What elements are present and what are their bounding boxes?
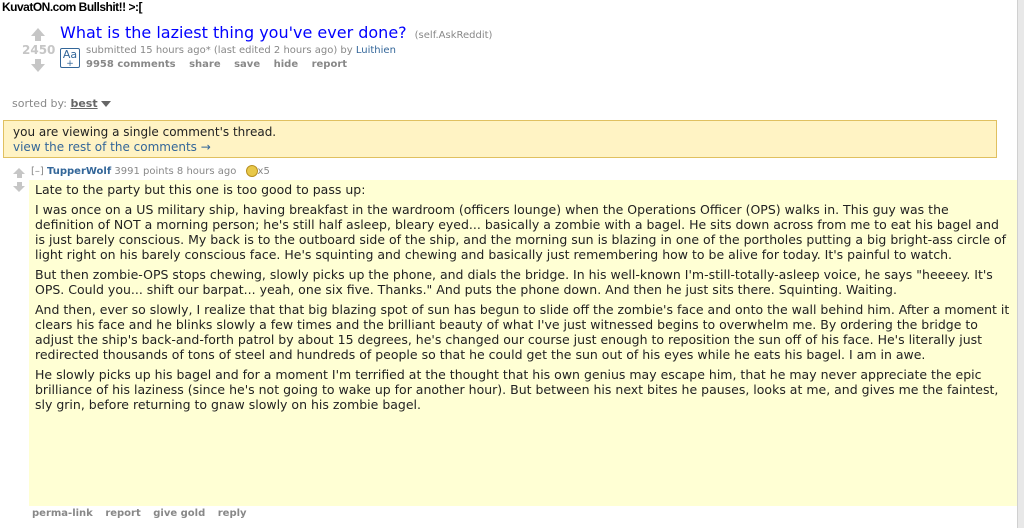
- post-author-link[interactable]: Luithien: [356, 45, 396, 56]
- comment-vote: [12, 168, 26, 192]
- comment-report-button[interactable]: report: [105, 508, 140, 519]
- comment-buttons: perma-link report give gold reply: [32, 508, 256, 519]
- give-gold-button[interactable]: give gold: [153, 508, 205, 519]
- gilded-count: x5: [257, 166, 270, 177]
- chevron-down-icon[interactable]: [100, 101, 111, 107]
- post: 2450 What is the laziest thing you've ev…: [10, 22, 610, 82]
- post-title[interactable]: What is the laziest thing you've ever do…: [60, 23, 492, 42]
- save-button[interactable]: save: [234, 59, 260, 70]
- permalink-button[interactable]: perma-link: [32, 508, 93, 519]
- post-domain[interactable]: (self.AskReddit): [415, 30, 493, 41]
- collapse-button[interactable]: [–]: [31, 166, 44, 177]
- comment-paragraph: Late to the party but this one is too go…: [35, 182, 366, 197]
- comment-downvote-arrow-icon[interactable]: [12, 182, 26, 192]
- post-buttons: 9958 comments share save hide report: [86, 59, 357, 70]
- comment-author-link[interactable]: TupperWolf: [47, 166, 111, 177]
- hide-button[interactable]: hide: [274, 59, 299, 70]
- sort-menu: sorted by: best: [12, 97, 111, 110]
- self-post-thumbnail-icon[interactable]: Aa +: [60, 48, 80, 69]
- sort-dropdown[interactable]: best: [70, 97, 97, 110]
- report-button[interactable]: report: [312, 59, 347, 70]
- gold-award-icon: [245, 165, 258, 177]
- post-tagline: submitted 15 hours ago* (last edited 2 h…: [86, 45, 396, 56]
- comment-body: Late to the party but this one is too go…: [29, 180, 1017, 506]
- comment-header: [–] TupperWolf 3991 points 8 hours ago x…: [31, 165, 270, 177]
- scrollbar[interactable]: [1017, 0, 1024, 528]
- reply-button[interactable]: reply: [218, 508, 247, 519]
- share-button[interactable]: share: [189, 59, 221, 70]
- single-thread-notice: you are viewing a single comment's threa…: [3, 120, 997, 158]
- comment-paragraph: He slowly picks up his bagel and for a m…: [35, 367, 999, 412]
- comment-upvote-arrow-icon[interactable]: [12, 168, 26, 178]
- watermark: KuvatON.com Bullshit!! >:[: [0, 0, 145, 14]
- comment-meta: 3991 points 8 hours ago: [114, 166, 237, 177]
- view-all-comments-link[interactable]: view the rest of the comments →: [13, 140, 987, 155]
- post-upvote-arrow-icon[interactable]: [26, 28, 50, 41]
- comment-paragraph: But then zombie-OPS stops chewing, slowl…: [35, 267, 993, 297]
- post-score: 2450: [22, 43, 56, 57]
- comments-button[interactable]: 9958 comments: [86, 59, 176, 70]
- post-downvote-arrow-icon[interactable]: [26, 59, 50, 72]
- comment-paragraph: I was once on a US military ship, having…: [35, 202, 1007, 262]
- comment-paragraph: And then, ever so slowly, I realize that…: [35, 302, 1010, 362]
- notice-text: you are viewing a single comment's threa…: [13, 125, 277, 139]
